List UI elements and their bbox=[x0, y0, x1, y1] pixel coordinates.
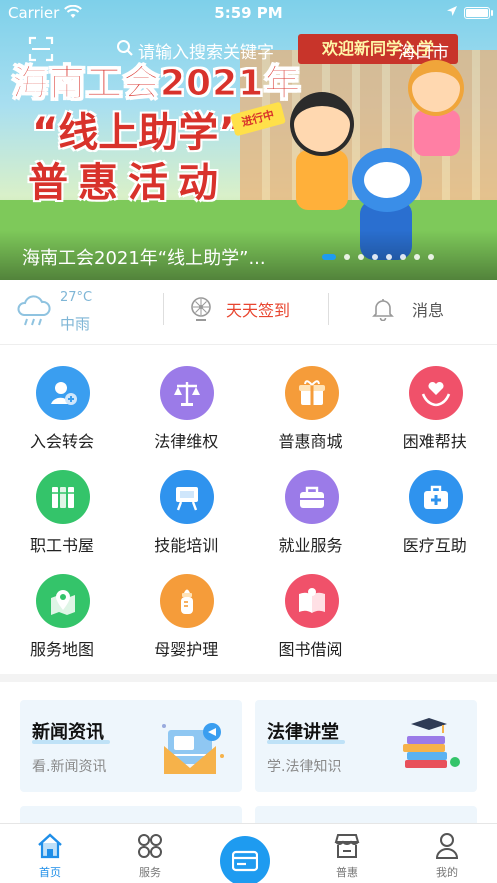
app-screen: 欢迎新同学入学 海南工会2021年 “线上助学” 进行中 普惠活动 海南工会20… bbox=[0, 0, 497, 883]
checkin-button[interactable]: 天天签到 bbox=[190, 297, 290, 321]
mascot-face bbox=[364, 162, 410, 198]
tab-bar: 首页 服务 普惠 我的 bbox=[0, 823, 497, 883]
cartoon-boy-body bbox=[296, 150, 348, 210]
service-join-union[interactable]: 入会转会 bbox=[0, 360, 124, 460]
medical-kit-icon bbox=[408, 470, 463, 524]
pager-dot[interactable] bbox=[400, 254, 406, 260]
cartoon-girl-head bbox=[408, 60, 464, 116]
service-service-map[interactable]: 服务地图 bbox=[0, 568, 124, 668]
easel-icon bbox=[160, 470, 215, 524]
service-label: 法律维权 bbox=[154, 432, 219, 451]
rain-cloud-icon bbox=[17, 295, 51, 326]
title-underline bbox=[32, 740, 110, 744]
service-label: 服务地图 bbox=[29, 640, 94, 659]
user-plus-icon bbox=[36, 366, 90, 420]
bell-icon bbox=[372, 299, 394, 321]
tab-services[interactable]: 服务 bbox=[110, 824, 190, 883]
store-icon bbox=[334, 834, 360, 858]
search-bar[interactable]: 请输入搜索关键字 海口市 bbox=[20, 32, 480, 66]
service-skill-training[interactable]: 技能培训 bbox=[124, 464, 248, 564]
divider bbox=[163, 293, 164, 325]
service-legal-rights[interactable]: 法律维权 bbox=[124, 360, 248, 460]
grid-services-icon bbox=[138, 834, 162, 858]
open-book-icon bbox=[284, 574, 339, 628]
service-label: 入会转会 bbox=[29, 432, 94, 451]
banner-caption: 海南工会2021年“线上助学”... bbox=[22, 248, 266, 269]
cartoon-boy-head bbox=[290, 92, 354, 156]
clock: 5:59 PM bbox=[214, 4, 283, 22]
service-label: 图书借阅 bbox=[278, 640, 343, 659]
tab-profile-label: 我的 bbox=[436, 866, 458, 879]
briefcase-icon bbox=[284, 470, 339, 524]
law-card[interactable]: 法律讲堂 学.法律知识 bbox=[255, 700, 477, 792]
service-hardship-aid[interactable]: 困难帮扶 bbox=[373, 360, 497, 460]
status-bar: Carrier 5:59 PM bbox=[0, 0, 497, 26]
pager-dot[interactable] bbox=[358, 254, 364, 260]
gift-icon bbox=[284, 366, 339, 420]
city-selector[interactable]: 海口市 bbox=[398, 38, 449, 63]
pager-dot[interactable] bbox=[372, 254, 378, 260]
baby-bottle-icon bbox=[160, 574, 215, 628]
tab-benefits[interactable]: 普惠 bbox=[307, 824, 387, 883]
service-label: 普惠商城 bbox=[278, 432, 343, 451]
tab-home[interactable]: 首页 bbox=[10, 824, 90, 883]
temperature: 27°C bbox=[60, 290, 93, 305]
service-label: 就业服务 bbox=[278, 536, 343, 555]
home-icon bbox=[38, 833, 62, 859]
heart-hands-icon bbox=[408, 366, 463, 420]
info-bar: 27°C 中雨 天天签到 消息 bbox=[0, 283, 497, 345]
service-employment-service[interactable]: 就业服务 bbox=[249, 464, 373, 564]
service-label: 母婴护理 bbox=[154, 640, 219, 659]
search-icon bbox=[117, 40, 133, 56]
person-icon bbox=[435, 833, 459, 859]
messages-label: 消息 bbox=[412, 301, 445, 320]
news-card[interactable]: 新闻资讯 看.新闻资讯 bbox=[20, 700, 242, 792]
pager-dot[interactable] bbox=[386, 254, 392, 260]
scan-icon[interactable] bbox=[28, 36, 54, 62]
pager-dot[interactable] bbox=[414, 254, 420, 260]
tab-home-label: 首页 bbox=[39, 866, 61, 879]
graduation-books-icon bbox=[403, 718, 460, 768]
location-arrow-icon bbox=[447, 6, 457, 16]
tab-benefits-label: 普惠 bbox=[336, 866, 358, 879]
scales-icon bbox=[160, 366, 215, 420]
banner-pager-dots[interactable] bbox=[322, 254, 434, 260]
tab-services-label: 服务 bbox=[139, 866, 161, 879]
weather-condition: 中雨 bbox=[60, 315, 91, 333]
books-icon bbox=[36, 470, 90, 524]
law-card-subtitle: 学.法律知识 bbox=[267, 759, 342, 775]
title-underline bbox=[267, 740, 345, 744]
battery-tip bbox=[491, 10, 493, 16]
newspaper-icon bbox=[162, 723, 224, 774]
messages-button[interactable]: 消息 bbox=[372, 297, 444, 321]
pager-dot[interactable] bbox=[322, 254, 336, 260]
service-label: 医疗互助 bbox=[402, 536, 467, 555]
news-card-subtitle: 看.新闻资讯 bbox=[32, 759, 107, 775]
center-card-button[interactable] bbox=[220, 836, 270, 883]
section-separator bbox=[0, 674, 497, 682]
service-benefit-mall[interactable]: 普惠商城 bbox=[249, 360, 373, 460]
pager-dot[interactable] bbox=[344, 254, 350, 260]
tab-profile[interactable]: 我的 bbox=[407, 824, 487, 883]
pager-dot[interactable] bbox=[428, 254, 434, 260]
service-label: 技能培训 bbox=[154, 536, 219, 555]
cartoon-girl-body bbox=[414, 110, 460, 156]
map-pin-icon bbox=[36, 574, 90, 628]
service-label: 职工书屋 bbox=[29, 536, 94, 555]
banner-art-line3: 普惠活动 bbox=[28, 160, 228, 206]
search-input[interactable]: 请输入搜索关键字 bbox=[138, 38, 274, 63]
service-worker-library[interactable]: 职工书屋 bbox=[0, 464, 124, 564]
service-medical-mutual-aid[interactable]: 医疗互助 bbox=[373, 464, 497, 564]
service-label: 困难帮扶 bbox=[402, 432, 467, 451]
service-book-borrowing[interactable]: 图书借阅 bbox=[249, 568, 373, 668]
fan-icon bbox=[191, 297, 211, 321]
service-maternal-care[interactable]: 母婴护理 bbox=[124, 568, 248, 668]
divider bbox=[328, 293, 329, 325]
checkin-label: 天天签到 bbox=[226, 301, 291, 320]
card-icon bbox=[232, 850, 258, 872]
battery-icon bbox=[464, 7, 490, 19]
